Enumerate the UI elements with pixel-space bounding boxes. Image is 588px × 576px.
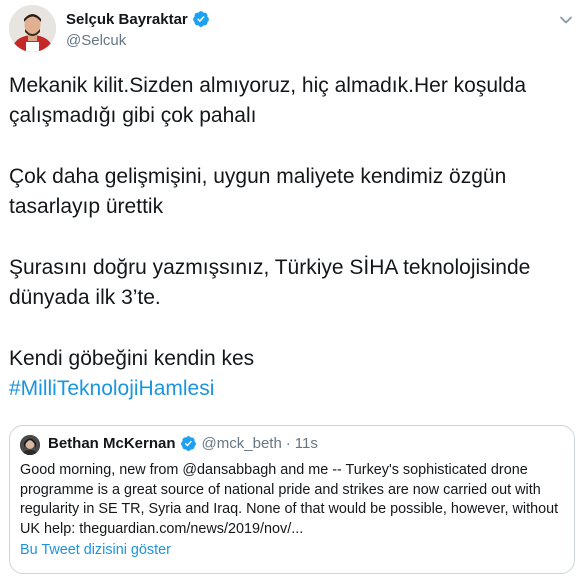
verified-badge-icon xyxy=(192,10,210,28)
author-display-name[interactable]: Selçuk Bayraktar xyxy=(66,11,188,28)
quoted-tweet[interactable]: Bethan McKernan @mck_beth · 11s Good mor… xyxy=(9,425,575,574)
quoted-text: Good morning, new from @dansabbagh and m… xyxy=(20,462,559,537)
author-name-row: Selçuk Bayraktar xyxy=(66,10,210,28)
verified-badge-icon xyxy=(180,435,197,452)
tweet-paragraph: Çok daha gelişmişini, uygun maliyete ken… xyxy=(9,165,507,218)
quoted-timestamp[interactable]: 11s xyxy=(295,435,318,452)
hashtag-link[interactable]: #MilliTeknolojiHamlesi xyxy=(9,374,579,404)
quoted-header: Bethan McKernan @mck_beth · 11s xyxy=(48,435,318,452)
chevron-down-icon[interactable] xyxy=(556,10,576,30)
separator-dot: · xyxy=(285,435,291,452)
show-thread-link[interactable]: Bu Tweet dizisini göster xyxy=(20,542,171,558)
author-handle[interactable]: @Selcuk xyxy=(66,32,126,49)
tweet-card: Selçuk Bayraktar @Selcuk Mekanik kilit.S… xyxy=(0,0,588,576)
tweet-paragraph: Kendi göbeğini kendin kes xyxy=(9,347,255,370)
quoted-avatar[interactable] xyxy=(20,435,40,455)
avatar[interactable] xyxy=(9,5,56,52)
tweet-text: Mekanik kilit.Sizden almıyoruz, hiç alma… xyxy=(9,71,579,403)
tweet-paragraph: Mekanik kilit.Sizden almıyoruz, hiç alma… xyxy=(9,74,527,127)
quoted-display-name[interactable]: Bethan McKernan xyxy=(48,435,176,452)
quoted-handle[interactable]: @mck_beth xyxy=(202,435,282,452)
tweet-paragraph: Şurasını doğru yazmışsınız, Türkiye SİHA… xyxy=(9,256,531,309)
